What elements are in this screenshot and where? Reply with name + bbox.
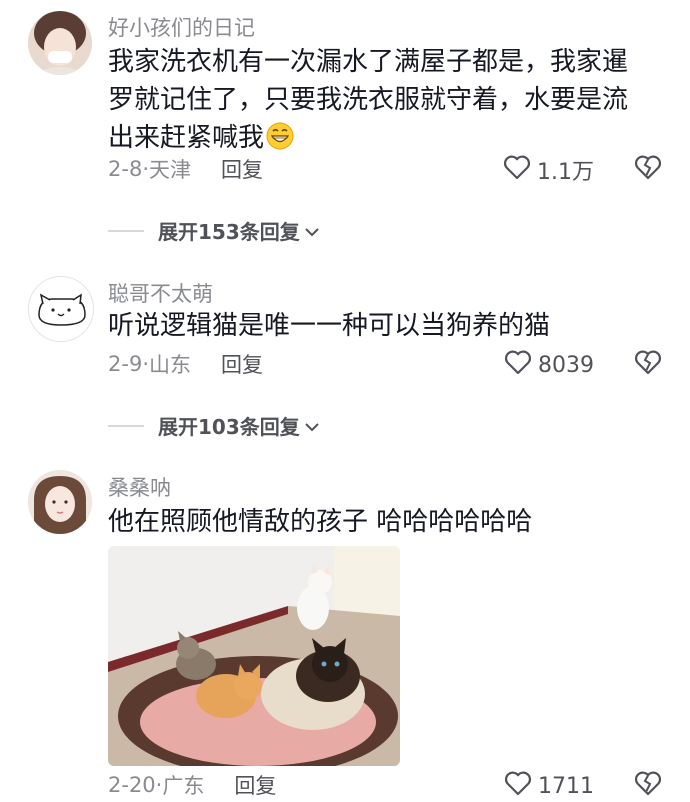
comment-location: 广东 [162,774,205,798]
user-avatar[interactable] [28,11,92,75]
meta-dot: · [142,352,149,376]
heart-icon [504,770,532,802]
comment-meta: 2-8 · 天津 回复 [108,154,263,184]
like-count: 1.1万 [537,160,594,185]
dislike-button[interactable] [634,770,662,800]
meta-dot: · [142,157,149,181]
comment-2: 聪哥不太萌 听说逻辑猫是唯一一种可以当狗养的猫 2-9 · 山东 回复 8039… [0,268,690,448]
comment-meta: 2-9 · 山东 回复 [108,349,263,379]
broken-heart-icon [634,771,662,800]
comment-3: 桑桑呐 他在照顾他情敌的孩子 哈哈哈哈哈哈 2-20 · 广东 回复 1711 [0,464,690,801]
comment-date: 2-9 [108,352,143,376]
like-count: 8039 [538,352,594,378]
comment-text: 他在照顾他情敌的孩子 哈哈哈哈哈哈 [108,507,533,537]
broken-heart-icon [634,350,662,379]
heart-icon [503,154,531,186]
comment-meta: 2-20 · 广东 回复 [108,770,276,800]
heart-icon [504,349,532,381]
comment-text-content: 我家洗衣机有一次漏水了满屋子都是，我家暹罗就记住了，只要我洗衣服就守着，水要是流… [108,47,629,153]
comment-text: 我家洗衣机有一次漏水了满屋子都是，我家暹罗就记住了，只要我洗衣服就守着，水要是流… [108,43,653,157]
username[interactable]: 桑桑呐 [108,472,171,502]
like-count: 1711 [538,773,594,799]
broken-heart-icon [634,155,662,184]
expand-replies-label: 展开103条回复 [158,415,300,439]
comment-date: 2-8 [108,157,143,181]
like-button[interactable]: 1711 [504,770,594,802]
cats-on-pet-bed-photo[interactable] [108,546,400,766]
reply-button[interactable]: 回复 [221,349,263,379]
expand-replies-label: 展开153条回复 [158,220,300,244]
username[interactable]: 好小孩们的日记 [108,12,255,42]
meta-dot: · [155,773,163,797]
comment-date: 2-20 [108,773,156,797]
expand-replies-button[interactable]: 展开153条回复 [108,216,320,245]
divider-line [108,229,144,232]
user-avatar[interactable] [28,276,94,342]
comment-location: 天津 [149,158,191,182]
dislike-button[interactable] [634,154,662,184]
divider-line [108,424,144,427]
like-button[interactable]: 8039 [504,349,594,381]
grinning-face-emoji-icon [266,122,294,150]
comment-location: 山东 [149,353,191,377]
comment-text: 听说逻辑猫是唯一一种可以当狗养的猫 [108,311,551,341]
chevron-down-icon [304,414,320,438]
reply-button[interactable]: 回复 [234,770,276,800]
dislike-button[interactable] [634,349,662,379]
comment-1: 好小孩们的日记 我家洗衣机有一次漏水了满屋子都是，我家暹罗就记住了，只要我洗衣服… [0,0,690,250]
user-avatar[interactable] [28,470,92,534]
username[interactable]: 聪哥不太萌 [108,278,213,308]
chevron-down-icon [304,219,320,243]
reply-button[interactable]: 回复 [221,154,263,184]
like-button[interactable]: 1.1万 [503,154,594,186]
expand-replies-button[interactable]: 展开103条回复 [108,411,320,440]
